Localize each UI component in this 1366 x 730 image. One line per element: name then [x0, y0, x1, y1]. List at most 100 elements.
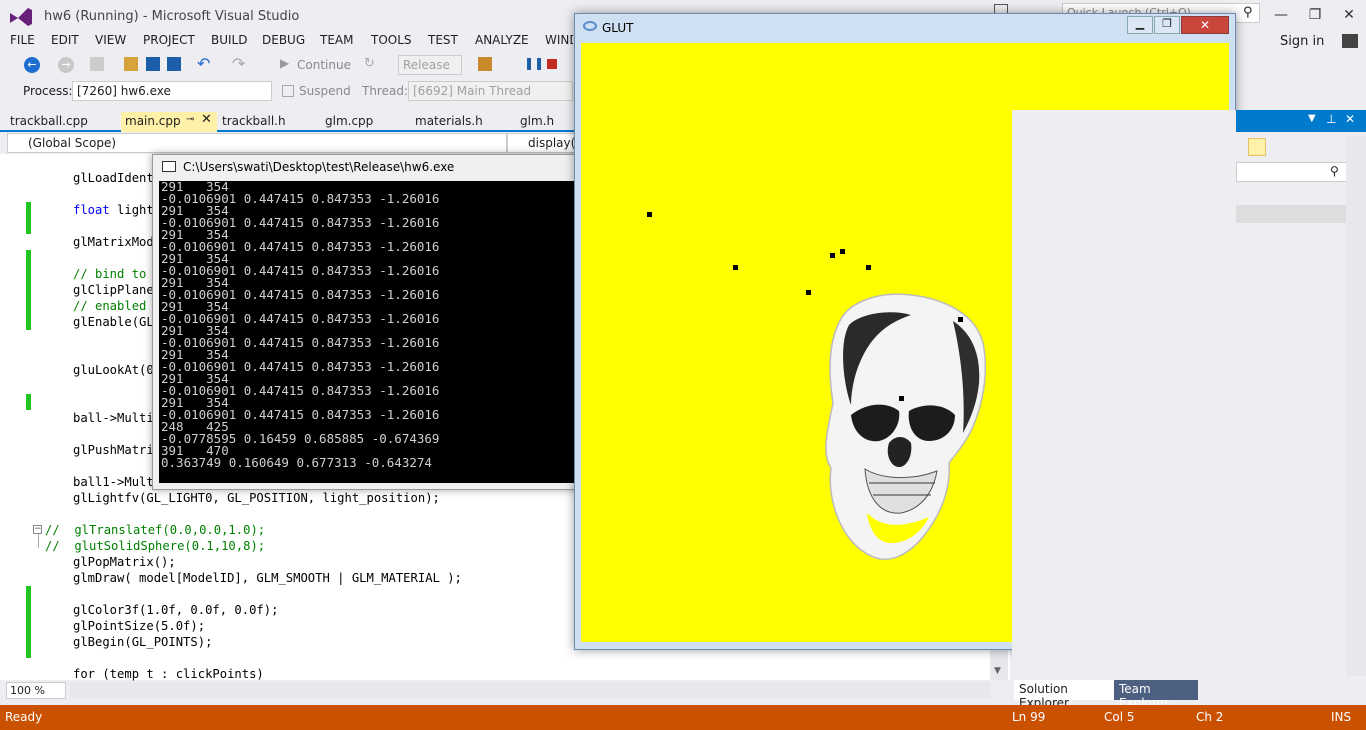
click-point — [733, 265, 738, 270]
suspend-icon[interactable] — [282, 85, 294, 97]
status-char: Ch 2 — [1196, 710, 1224, 724]
account-icon[interactable] — [1342, 34, 1358, 48]
restore-button[interactable]: ❐ — [1298, 4, 1332, 26]
close-tab-icon[interactable]: ✕ — [201, 112, 212, 127]
panel-scrollbar[interactable] — [1346, 136, 1366, 676]
change-marker — [26, 202, 31, 234]
glut-close-button[interactable]: ✕ — [1181, 16, 1229, 34]
undo-icon[interactable]: ↶ — [197, 54, 210, 73]
tab-trackball-h[interactable]: trackball.h — [218, 112, 290, 132]
minimize-button[interactable]: — — [1264, 4, 1298, 26]
refresh-icon[interactable]: ↻ — [364, 56, 375, 71]
close-button[interactable]: ✕ — [1332, 4, 1366, 26]
save-all-icon[interactable] — [167, 57, 181, 71]
panel-search-icon[interactable]: ⚲ — [1330, 164, 1339, 178]
tab-glm-cpp[interactable]: glm.cpp — [321, 112, 377, 132]
code-line: glLightfv(GL_LIGHT0, GL_POSITION, light_… — [73, 491, 440, 505]
panel-dropdown-icon[interactable]: ▼ — [1308, 113, 1316, 124]
change-marker — [26, 394, 31, 410]
console-line: 0.363749 0.160649 0.677313 -0.643274 — [161, 455, 432, 470]
console-window[interactable]: C:\Users\swati\Desktop\test\Release\hw6.… — [152, 154, 582, 490]
tab-materials-h[interactable]: materials.h — [411, 112, 487, 132]
tab-label: main.cpp — [125, 114, 181, 128]
click-point — [806, 290, 811, 295]
code-line: glColor3f(1.0f, 0.0f, 0.0f); — [73, 603, 279, 617]
console-title: C:\Users\swati\Desktop\test\Release\hw6.… — [183, 160, 455, 174]
code-line: glPointSize(5.0f); — [73, 619, 206, 633]
skull-model — [825, 293, 987, 560]
save-icon[interactable] — [146, 57, 160, 71]
menu-team[interactable]: TEAM — [320, 33, 353, 47]
thread-dropdown[interactable]: [6692] Main Thread — [408, 81, 573, 101]
panel-toolbar-icon[interactable] — [1248, 138, 1266, 156]
play-icon[interactable]: ▶ — [280, 56, 289, 70]
console-output: 291 354 -0.0106901 0.447415 0.847353 -1.2… — [159, 181, 579, 483]
function-dropdown[interactable]: display(void) — [507, 133, 577, 153]
code-line: for (temp t : clickPoints) — [73, 667, 264, 681]
code-line: // glutSolidSphere(0.1,10,8); — [45, 539, 266, 553]
menu-project[interactable]: PROJECT — [143, 33, 195, 47]
code-line: // glTranslatef(0.0,0.0,1.0); — [45, 523, 266, 537]
code-line: glPopMatrix(); — [73, 555, 176, 569]
sign-in-link[interactable]: Sign in — [1280, 34, 1324, 49]
search-icon[interactable]: ⚲ — [1243, 5, 1253, 20]
menu-window[interactable]: WINDOW — [545, 33, 573, 47]
menu-view[interactable]: VIEW — [95, 33, 126, 47]
change-marker — [26, 250, 31, 330]
outline-line — [38, 534, 39, 548]
suspend-button[interactable]: Suspend — [299, 84, 351, 98]
forward-icon[interactable]: → — [58, 57, 74, 73]
process-dropdown[interactable]: [7260] hw6.exe — [72, 81, 272, 101]
config-dropdown[interactable]: Release — [398, 55, 462, 75]
process-label: Process: — [23, 84, 73, 98]
solution-explorer-panel — [1012, 110, 1366, 680]
change-marker — [26, 586, 31, 658]
scope-dropdown[interactable]: (Global Scope) — [7, 133, 507, 153]
window-title: hw6 (Running) - Microsoft Visual Studio — [44, 9, 300, 24]
tab-main-cpp[interactable]: main.cpp ⊸ ✕ — [121, 112, 217, 132]
horizontal-scrollbar[interactable] — [70, 682, 990, 698]
panel-search-input[interactable] — [1236, 162, 1358, 182]
new-project-icon[interactable] — [90, 57, 104, 71]
glut-app-icon — [583, 21, 597, 31]
stop-icon[interactable] — [547, 59, 557, 69]
menu-debug[interactable]: DEBUG — [262, 33, 305, 47]
pin-icon[interactable]: ⊸ — [186, 114, 194, 125]
click-point — [840, 249, 845, 254]
panel-pin-icon[interactable]: ⊥ — [1326, 112, 1336, 126]
menu-analyze[interactable]: ANALYZE — [475, 33, 529, 47]
visual-studio-logo — [10, 8, 32, 26]
continue-button[interactable]: Continue — [297, 58, 351, 72]
glut-restore-button[interactable]: ❐ — [1154, 16, 1180, 34]
menu-test[interactable]: TEST — [428, 33, 458, 47]
status-line: Ln 99 — [1012, 710, 1046, 724]
menu-edit[interactable]: EDIT — [51, 33, 79, 47]
tab-trackball-cpp[interactable]: trackball.cpp — [6, 112, 92, 132]
thread-label: Thread: — [362, 84, 409, 98]
open-folder-icon[interactable] — [124, 57, 138, 71]
tab-solution-explorer[interactable]: Solution Explorer — [1014, 680, 1114, 710]
status-bar: Ready Ln 99 Col 5 Ch 2 INS — [0, 705, 1366, 730]
collapse-toggle[interactable]: − — [33, 525, 42, 534]
back-icon[interactable]: ← — [24, 57, 40, 73]
find-icon[interactable] — [478, 57, 492, 71]
menu-file[interactable]: FILE — [10, 33, 35, 47]
scroll-down-icon[interactable]: ▼ — [994, 666, 1001, 676]
menu-tools[interactable]: TOOLS — [371, 33, 412, 47]
code-line: glmDraw( model[ModelID], GLM_SMOOTH | GL… — [73, 571, 462, 585]
menu-build[interactable]: BUILD — [211, 33, 247, 47]
status-column: Col 5 — [1104, 710, 1135, 724]
click-point — [647, 212, 652, 217]
tab-team-explorer[interactable]: Team Explorer — [1114, 680, 1198, 710]
status-text: Ready — [5, 710, 43, 724]
click-point — [830, 253, 835, 258]
glut-title: GLUT — [602, 21, 634, 35]
zoom-dropdown[interactable]: 100 % — [6, 682, 66, 699]
glut-minimize-button[interactable]: ▁ — [1127, 16, 1153, 34]
redo-icon[interactable]: ↷ — [232, 54, 245, 73]
panel-close-icon[interactable]: ✕ — [1345, 112, 1355, 126]
tab-glm-h[interactable]: glm.h — [516, 112, 558, 132]
console-icon — [162, 161, 176, 172]
pause-icon[interactable]: ❚❚ — [524, 56, 544, 70]
click-point — [866, 265, 871, 270]
